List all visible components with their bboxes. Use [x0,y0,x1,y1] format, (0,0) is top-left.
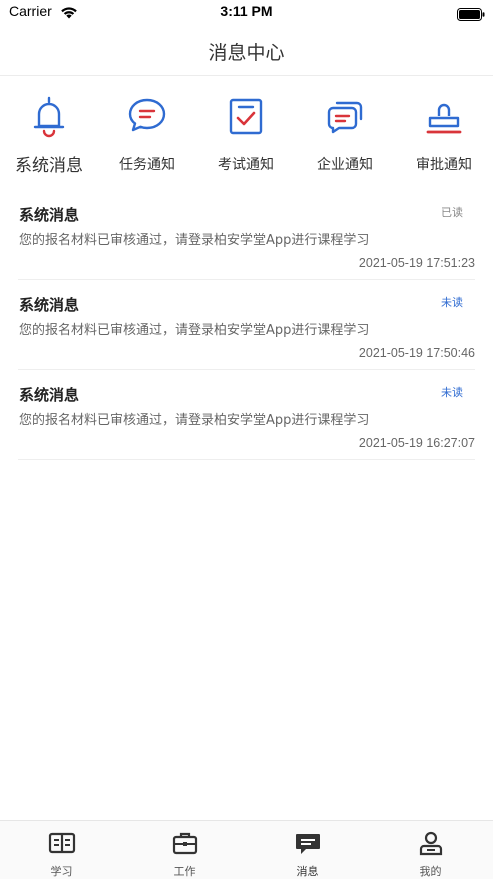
tab-label: 我的 [419,865,442,878]
bottom-tab-bar: 学习 工作 消息 我的 [0,820,493,879]
message-item[interactable]: 系统消息 已读 您的报名材料已审核通过，请登录柏安学堂App进行课程学习 202… [18,190,475,280]
message-title: 系统消息 [19,386,80,404]
category-task-notices[interactable]: 任务通知 [98,90,196,180]
category-approval-notices[interactable]: 审批通知 [395,90,493,180]
navigation-bar: 消息中心 [0,26,493,76]
user-icon [417,830,445,856]
category-label: 系统消息 [15,156,83,176]
category-company-notices[interactable]: 企业通知 [296,90,394,180]
status-bar: Carrier 3:11 PM [0,0,493,26]
checklist-icon [226,94,266,138]
message-time: 2021-05-19 17:50:46 [358,346,475,360]
tab-label: 学习 [50,865,73,878]
message-time: 2021-05-19 16:27:07 [358,436,475,450]
message-icon [294,830,322,856]
unread-status-badge: 未读 [441,296,463,309]
tab-label: 工作 [173,865,196,878]
message-body: 您的报名材料已审核通过，请登录柏安学堂App进行课程学习 [19,323,370,338]
battery-icon [457,6,485,25]
message-title: 系统消息 [19,206,80,224]
category-exam-notices[interactable]: 考试通知 [197,90,295,180]
page-title: 消息中心 [208,42,285,64]
chat-bubble-icon [127,94,167,138]
category-label: 企业通知 [317,157,373,173]
message-item[interactable]: 系统消息 未读 您的报名材料已审核通过，请登录柏安学堂App进行课程学习 202… [18,370,475,460]
message-list: 系统消息 已读 您的报名材料已审核通过，请登录柏安学堂App进行课程学习 202… [18,190,475,460]
book-icon [48,830,76,856]
message-body: 您的报名材料已审核通过，请登录柏安学堂App进行课程学习 [19,413,370,428]
briefcase-icon [171,830,199,856]
read-status-badge: 已读 [441,206,463,219]
message-time: 2021-05-19 17:51:23 [358,256,475,270]
message-title: 系统消息 [19,296,80,314]
message-body: 您的报名材料已审核通过，请登录柏安学堂App进行课程学习 [19,233,370,248]
unread-status-badge: 未读 [441,386,463,399]
bell-icon [29,94,69,138]
category-label: 审批通知 [416,157,472,173]
category-label: 任务通知 [119,157,175,173]
status-time: 3:11 PM [220,3,273,19]
tab-label: 消息 [296,865,319,878]
stamp-icon [424,94,464,138]
tab-study[interactable]: 学习 [0,821,123,879]
tab-me[interactable]: 我的 [369,821,492,879]
tab-work[interactable]: 工作 [123,821,246,879]
messages-icon [325,94,365,138]
category-label: 考试通知 [218,157,274,173]
category-row: 系统消息 任务通知 考试通知 企业通知 审批通知 [0,90,493,180]
tab-messages[interactable]: 消息 [246,821,369,879]
category-system-messages[interactable]: 系统消息 [0,90,98,180]
message-item[interactable]: 系统消息 未读 您的报名材料已审核通过，请登录柏安学堂App进行课程学习 202… [18,280,475,370]
